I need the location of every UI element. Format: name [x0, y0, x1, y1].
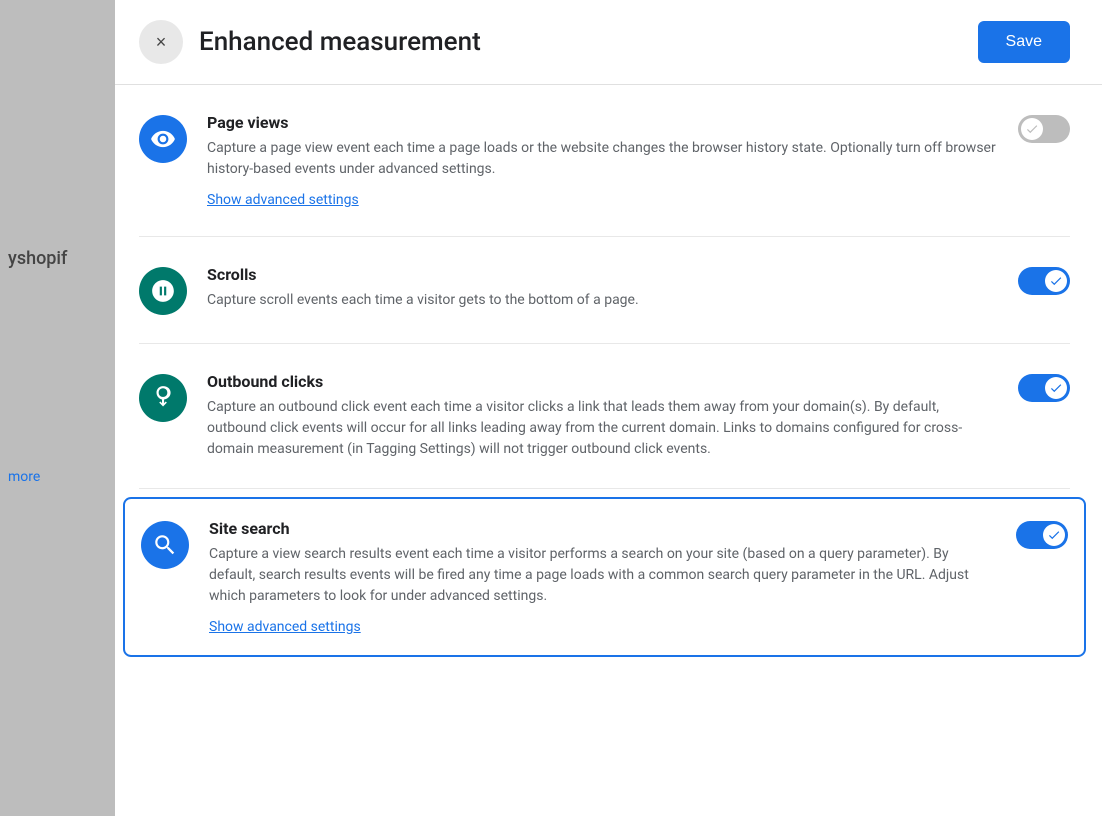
scroll-icon [150, 278, 176, 304]
modal-header-left: × Enhanced measurement [139, 20, 481, 64]
scrolls-title: Scrolls [207, 265, 998, 284]
site-search-body: Site search Capture a view search result… [209, 519, 996, 635]
page-views-title: Page views [207, 113, 998, 132]
scrolls-body: Scrolls Capture scroll events each time … [207, 265, 998, 311]
close-button[interactable]: × [139, 20, 183, 64]
site-search-title: Site search [209, 519, 996, 538]
cursor-icon [150, 385, 176, 411]
site-search-show-advanced-link[interactable]: Show advanced settings [209, 619, 361, 635]
page-views-icon-circle [139, 115, 187, 163]
outbound-clicks-title: Outbound clicks [207, 372, 998, 391]
site-search-toggle[interactable] [1016, 521, 1068, 549]
scrolls-section: Scrolls Capture scroll events each time … [139, 237, 1070, 344]
site-search-section: Site search Capture a view search result… [123, 497, 1086, 657]
eye-icon [150, 126, 176, 152]
outbound-clicks-check-icon [1049, 381, 1063, 395]
save-button[interactable]: Save [978, 21, 1070, 63]
scrolls-icon-circle [139, 267, 187, 315]
more-link[interactable]: more [8, 469, 107, 485]
scrolls-check-icon [1049, 274, 1063, 288]
page-views-toggle-container[interactable] [1018, 115, 1070, 143]
page-views-section: Page views Capture a page view event eac… [139, 85, 1070, 237]
close-icon: × [156, 32, 167, 53]
outbound-clicks-body: Outbound clicks Capture an outbound clic… [207, 372, 998, 460]
page-views-check-icon [1025, 122, 1039, 136]
page-views-description: Capture a page view event each time a pa… [207, 138, 998, 180]
outbound-clicks-toggle-container[interactable] [1018, 374, 1070, 402]
site-search-toggle-thumb [1043, 524, 1065, 546]
site-search-description: Capture a view search results event each… [209, 544, 996, 607]
site-search-check-icon [1047, 528, 1061, 542]
page-views-toggle-thumb [1021, 118, 1043, 140]
modal-title: Enhanced measurement [199, 27, 481, 57]
outbound-clicks-description: Capture an outbound click event each tim… [207, 397, 998, 460]
scrolls-toggle-container[interactable] [1018, 267, 1070, 295]
outbound-clicks-toggle-thumb [1045, 377, 1067, 399]
scrolls-toggle-thumb [1045, 270, 1067, 292]
scrolls-toggle[interactable] [1018, 267, 1070, 295]
modal-content: Page views Capture a page view event eac… [115, 85, 1102, 697]
modal-header: × Enhanced measurement Save [115, 0, 1102, 85]
scrolls-description: Capture scroll events each time a visito… [207, 290, 998, 311]
page-views-toggle[interactable] [1018, 115, 1070, 143]
outbound-clicks-section: Outbound clicks Capture an outbound clic… [139, 344, 1070, 489]
search-icon [152, 532, 178, 558]
outbound-clicks-toggle[interactable] [1018, 374, 1070, 402]
brand-name-text: yshopif [8, 248, 67, 269]
site-search-toggle-container[interactable] [1016, 521, 1068, 549]
page-views-body: Page views Capture a page view event eac… [207, 113, 998, 208]
site-search-icon-circle [141, 521, 189, 569]
outbound-clicks-icon-circle [139, 374, 187, 422]
page-views-show-advanced-link[interactable]: Show advanced settings [207, 192, 359, 208]
enhanced-measurement-panel: × Enhanced measurement Save Page views C… [115, 0, 1102, 816]
background-text-area: yshopif more [0, 240, 115, 493]
